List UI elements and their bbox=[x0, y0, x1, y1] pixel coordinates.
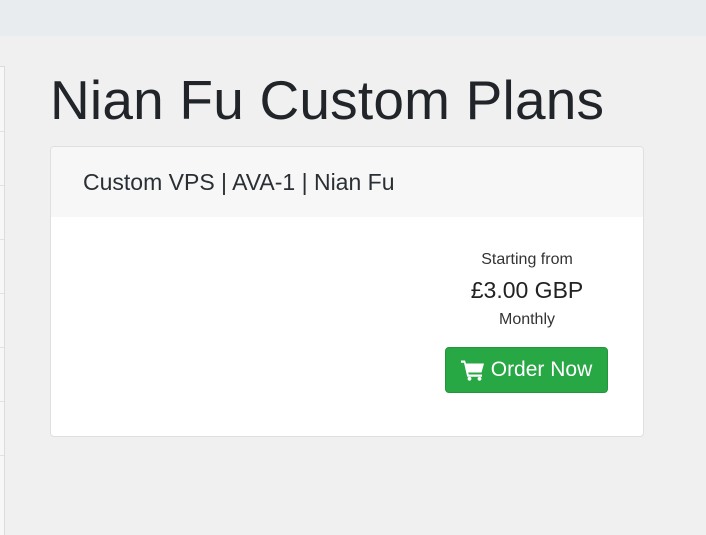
sidebar-divider bbox=[0, 185, 4, 186]
page-title: Nian Fu Custom Plans bbox=[50, 69, 605, 131]
sidebar-divider bbox=[0, 131, 4, 132]
sidebar-divider bbox=[0, 239, 4, 240]
price-value: £3.00 GBP bbox=[470, 277, 584, 303]
order-now-button[interactable]: Order Now bbox=[445, 347, 608, 393]
sidebar-divider bbox=[0, 293, 4, 294]
sidebar-edge bbox=[0, 66, 5, 535]
product-card-header: Custom VPS | AVA-1 | Nian Fu bbox=[51, 147, 643, 217]
starting-from-label: Starting from bbox=[481, 251, 573, 268]
shopping-cart-icon bbox=[460, 359, 485, 381]
pricing-block: Starting from £3.00 GBP Monthly bbox=[445, 247, 609, 333]
sidebar-divider bbox=[0, 401, 4, 402]
sidebar-divider bbox=[0, 347, 4, 348]
top-bar bbox=[0, 0, 706, 36]
order-now-label: Order Now bbox=[490, 358, 593, 381]
product-name: Custom VPS | AVA-1 | Nian Fu bbox=[83, 168, 395, 195]
billing-cycle: Monthly bbox=[498, 311, 556, 328]
sidebar-divider bbox=[0, 455, 4, 456]
product-card: Custom VPS | AVA-1 | Nian Fu Starting fr… bbox=[50, 146, 644, 437]
